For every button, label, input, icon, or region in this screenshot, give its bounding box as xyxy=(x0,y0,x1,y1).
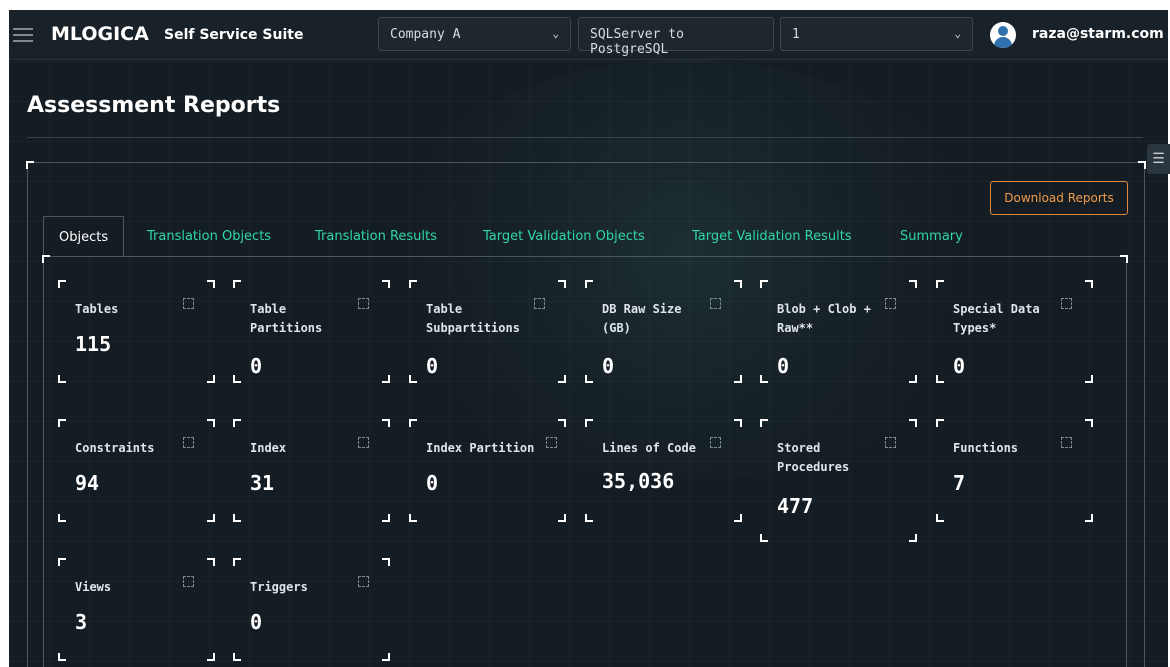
metric-card-triggers: Triggers 0 xyxy=(233,558,390,661)
filter-settings-icon[interactable]: ☰ xyxy=(1147,144,1170,174)
metric-label: Blob + Clob + Raw** xyxy=(777,302,871,335)
company-select-value: Company A xyxy=(390,27,461,42)
metric-label: Special Data Types* xyxy=(953,302,1040,335)
chevron-down-icon: ⌄ xyxy=(552,27,559,40)
panel-corner xyxy=(42,255,50,263)
metric-label: Functions xyxy=(953,441,1019,455)
chevron-down-icon: ⌄ xyxy=(954,27,961,40)
metric-value: 35,036 xyxy=(602,469,675,493)
user-avatar-icon[interactable] xyxy=(990,22,1016,48)
tab-summary[interactable]: Summary xyxy=(900,216,963,256)
expand-icon[interactable] xyxy=(1061,437,1072,448)
expand-icon[interactable] xyxy=(885,437,896,448)
tab-translation-results[interactable]: Translation Results xyxy=(315,216,437,256)
metric-value: 94 xyxy=(75,471,100,495)
run-select[interactable]: 1 ⌄ xyxy=(780,17,973,51)
screen-frame-left xyxy=(0,0,9,667)
metric-card-stored-procedures: Stored Procedures 477 xyxy=(760,419,917,542)
metric-value: 0 xyxy=(777,354,790,378)
metric-card-table-partitions: Table Partitions 0 xyxy=(233,280,390,383)
run-select-value: 1 xyxy=(792,27,800,42)
mlogica-logo: MLOGICA xyxy=(51,23,149,45)
metric-value: 115 xyxy=(75,332,112,356)
metric-value: 0 xyxy=(250,610,263,634)
metric-card-tables: Tables 115 xyxy=(58,280,215,383)
expand-icon[interactable] xyxy=(358,298,369,309)
metric-value: 0 xyxy=(953,354,966,378)
metric-card-db-raw-size: DB Raw Size (GB) 0 xyxy=(585,280,742,383)
metric-label: Table Subpartitions xyxy=(426,302,520,335)
metric-value: 0 xyxy=(602,354,615,378)
title-divider xyxy=(27,137,1143,138)
migration-select[interactable]: SQLServer to PostgreSQL xyxy=(578,17,774,57)
metric-label: Index xyxy=(250,441,287,455)
tab-translation-objects[interactable]: Translation Objects xyxy=(147,216,271,256)
metric-card-index: Index 31 xyxy=(233,419,390,522)
metric-label: Index Partition xyxy=(426,441,535,455)
metric-card-table-subpartitions: Table Subpartitions 0 xyxy=(409,280,566,383)
metric-value: 31 xyxy=(250,471,275,495)
panel-corner xyxy=(26,161,34,169)
metric-label: Constraints xyxy=(75,441,155,455)
metric-card-constraints: Constraints 94 xyxy=(58,419,215,522)
top-navigation-bar: MLOGICA Self Service Suite Company A ⌄ S… xyxy=(9,10,1168,60)
metric-label: Stored Procedures xyxy=(777,441,850,474)
expand-icon[interactable] xyxy=(183,576,194,587)
page-title: Assessment Reports xyxy=(27,93,281,118)
metric-card-blob-clob-raw: Blob + Clob + Raw** 0 xyxy=(760,280,917,383)
expand-icon[interactable] xyxy=(885,298,896,309)
tab-objects[interactable]: Objects xyxy=(43,216,125,256)
menu-icon[interactable] xyxy=(13,28,33,42)
migration-select-value: SQLServer to PostgreSQL xyxy=(590,27,684,57)
metric-card-index-partition: Index Partition 0 xyxy=(409,419,566,522)
expand-icon[interactable] xyxy=(358,437,369,448)
metric-label: Tables xyxy=(75,302,119,316)
metric-value: 0 xyxy=(426,354,439,378)
panel-corner xyxy=(1138,161,1146,169)
expand-icon[interactable] xyxy=(183,298,194,309)
metric-card-functions: Functions 7 xyxy=(936,419,1093,522)
metric-value: 0 xyxy=(250,354,263,378)
metric-value: 477 xyxy=(777,494,814,518)
user-email[interactable]: raza@starm.com xyxy=(1032,26,1164,42)
expand-icon[interactable] xyxy=(546,437,557,448)
metric-card-lines-of-code: Lines of Code 35,036 xyxy=(585,419,742,522)
panel-corner xyxy=(1120,255,1128,263)
metric-card-views: Views 3 xyxy=(58,558,215,661)
metric-label: Lines of Code xyxy=(602,441,696,455)
metric-label: DB Raw Size (GB) xyxy=(602,302,682,335)
product-name: Self Service Suite xyxy=(164,27,304,43)
expand-icon[interactable] xyxy=(183,437,194,448)
metric-value: 3 xyxy=(75,610,88,634)
expand-icon[interactable] xyxy=(358,576,369,587)
expand-icon[interactable] xyxy=(1061,298,1072,309)
screen-frame-top xyxy=(0,0,1170,10)
tab-target-validation-objects[interactable]: Target Validation Objects xyxy=(483,216,645,256)
expand-icon[interactable] xyxy=(710,298,721,309)
metric-value: 7 xyxy=(953,471,966,495)
metric-label: Views xyxy=(75,580,112,594)
download-reports-button[interactable]: Download Reports xyxy=(990,181,1128,215)
expand-icon[interactable] xyxy=(534,298,545,309)
company-select[interactable]: Company A ⌄ xyxy=(378,17,571,51)
tab-target-validation-results[interactable]: Target Validation Results xyxy=(692,216,852,256)
metric-label: Table Partitions xyxy=(250,302,323,335)
metric-value: 0 xyxy=(426,471,439,495)
metric-label: Triggers xyxy=(250,580,308,594)
expand-icon[interactable] xyxy=(710,437,721,448)
metric-card-special-data-types: Special Data Types* 0 xyxy=(936,280,1093,383)
